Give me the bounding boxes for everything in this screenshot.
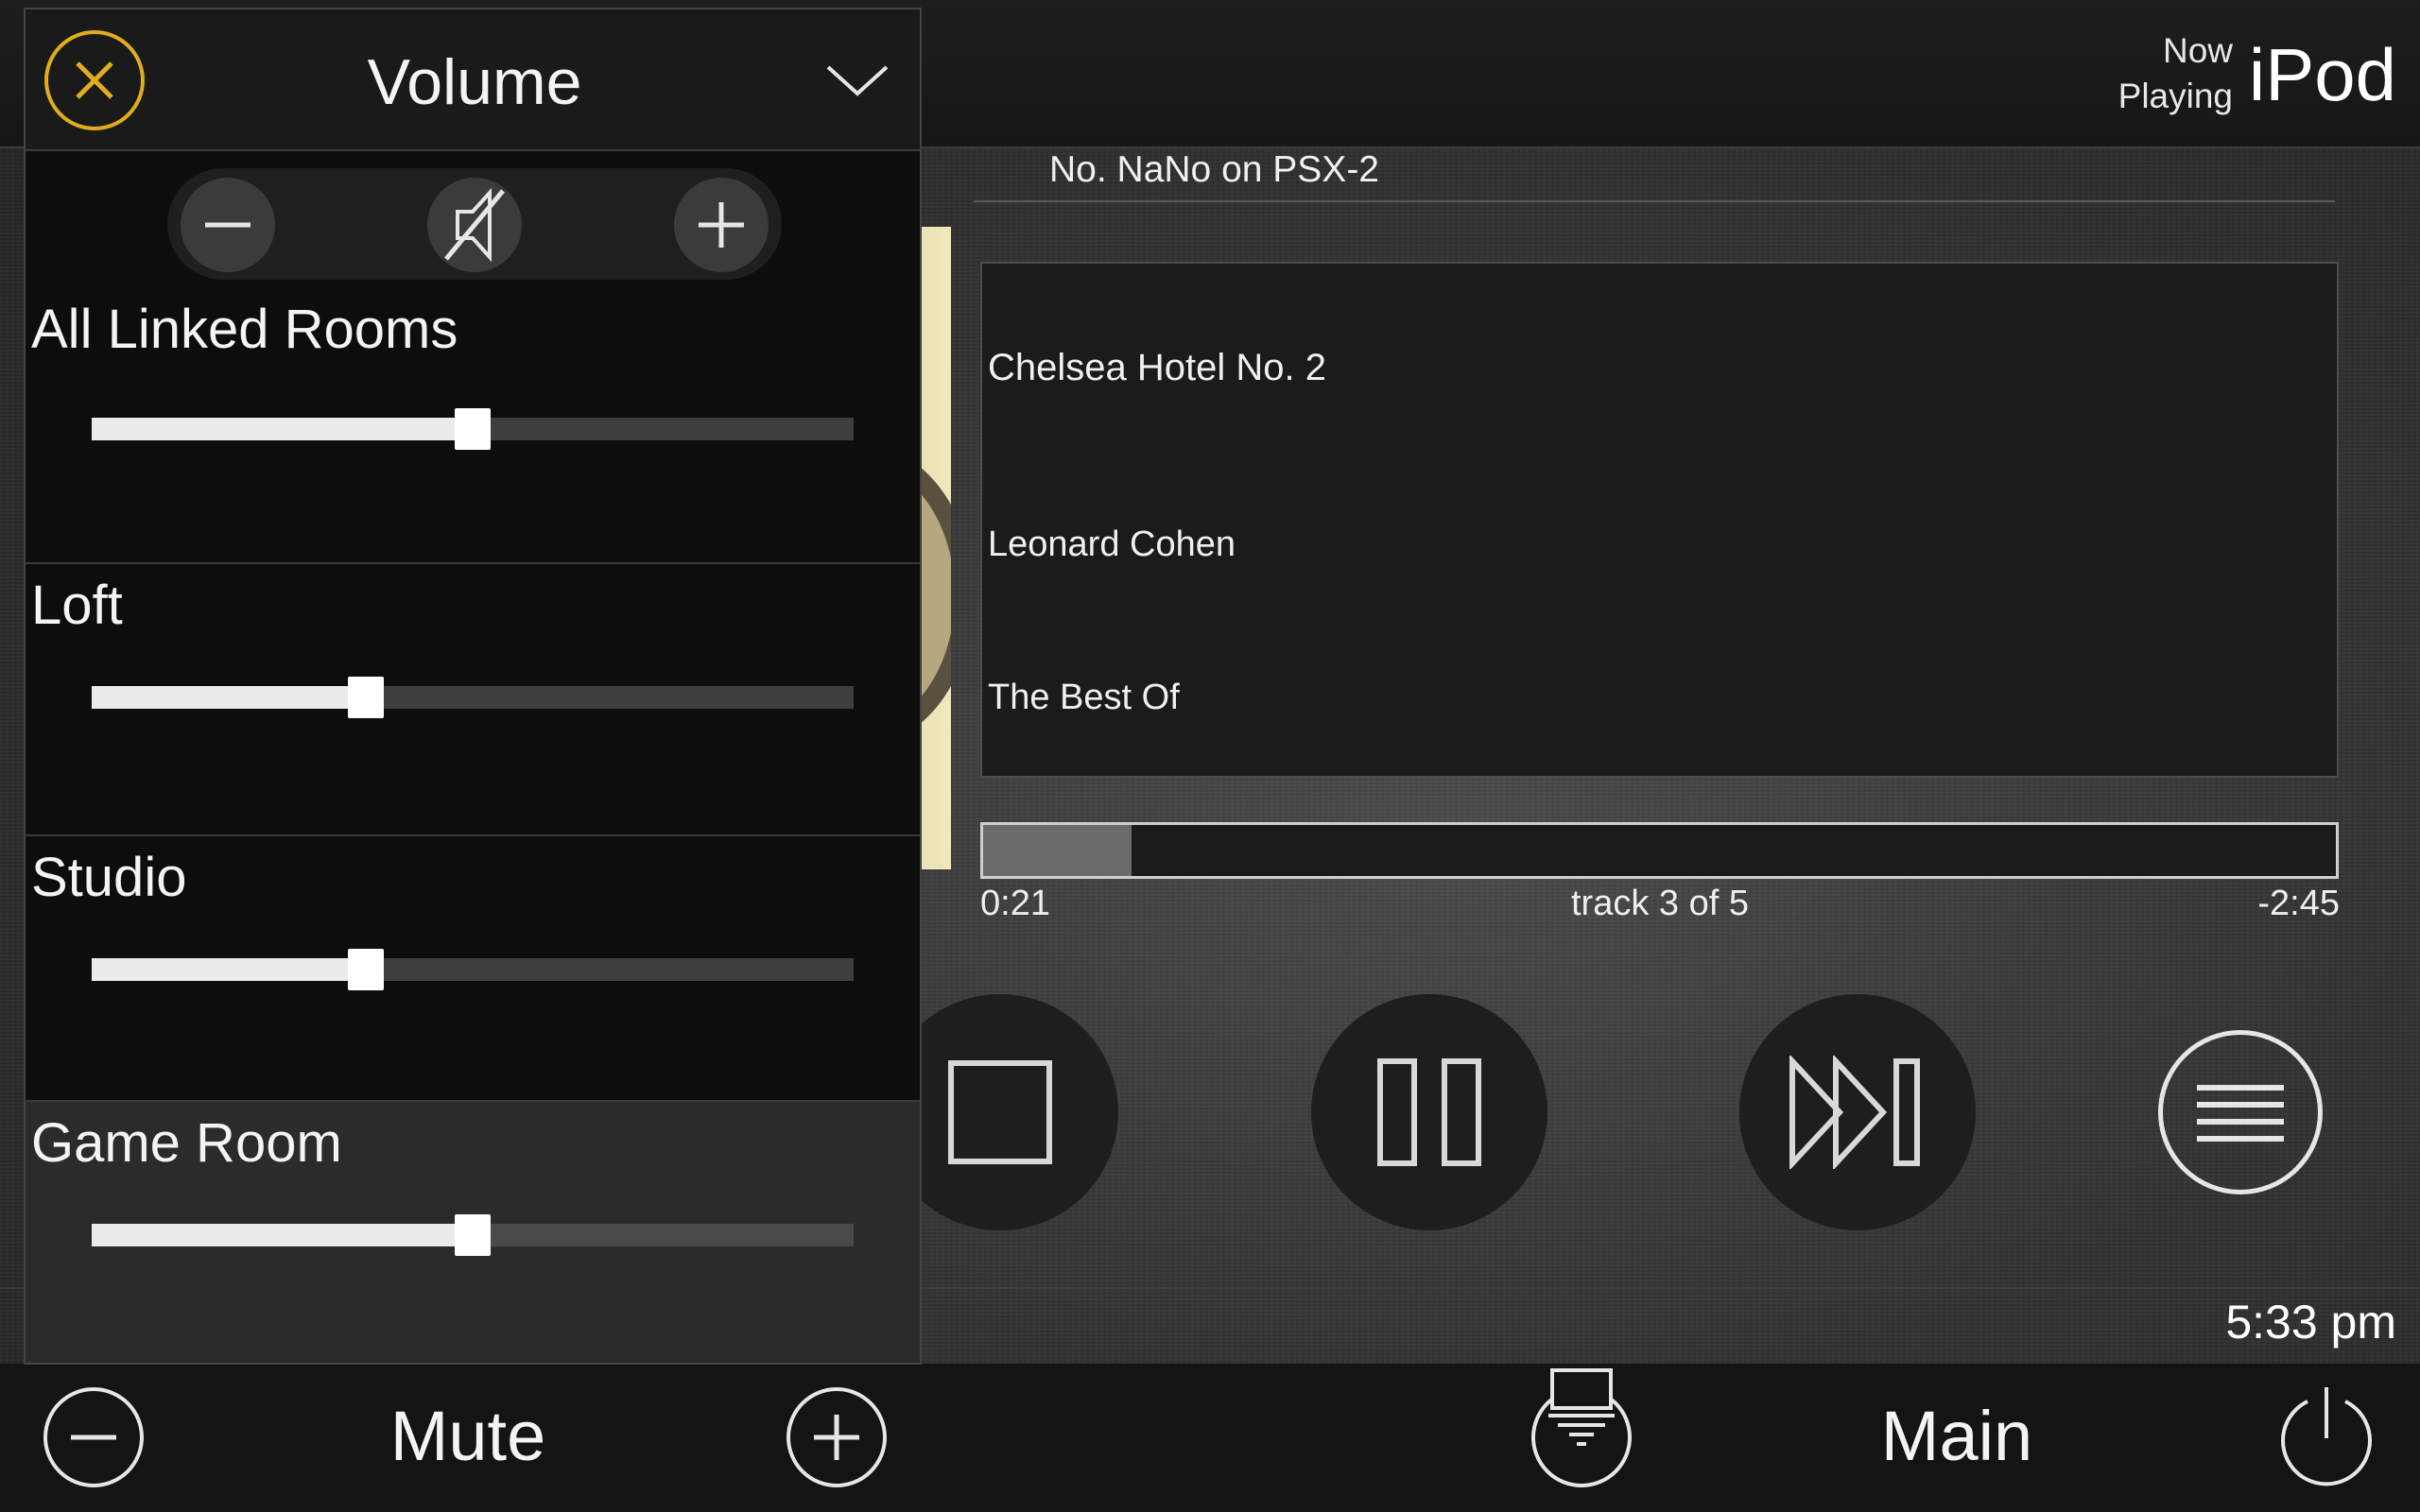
zone-name: All Linked Rooms bbox=[31, 299, 458, 360]
slider-thumb[interactable] bbox=[348, 677, 385, 718]
slider-fill bbox=[92, 958, 367, 981]
volume-slider[interactable] bbox=[92, 1214, 854, 1256]
plus-icon bbox=[699, 202, 744, 248]
mute-button[interactable]: Mute bbox=[284, 1396, 652, 1476]
master-volume-controls bbox=[167, 168, 782, 280]
volume-panel-title: Volume bbox=[367, 46, 582, 118]
clock: 5:33 pm bbox=[2225, 1296, 2396, 1349]
power-icon bbox=[2281, 1387, 2372, 1486]
stop-icon bbox=[948, 1060, 1052, 1164]
volume-down-button[interactable] bbox=[43, 1387, 144, 1487]
plus-icon bbox=[814, 1415, 859, 1460]
slider-thumb[interactable] bbox=[455, 1214, 491, 1256]
time-elapsed: 0:21 bbox=[980, 884, 1050, 923]
pause-button[interactable] bbox=[1311, 994, 1547, 1230]
track-metadata: Chelsea Hotel No. 2 Leonard Cohen The Be… bbox=[980, 262, 2339, 778]
now-playing-label: Now Playing bbox=[2118, 31, 2233, 115]
zone-name: Studio bbox=[31, 847, 187, 908]
master-mute-button[interactable] bbox=[427, 178, 522, 272]
close-button[interactable] bbox=[44, 30, 145, 130]
zone-row-all-linked-rooms[interactable]: All Linked Rooms bbox=[26, 288, 920, 564]
minus-icon bbox=[205, 222, 251, 228]
volume-up-button[interactable] bbox=[786, 1387, 887, 1487]
volume-panel: Volume All Linked Rooms Loft Studio Game… bbox=[24, 8, 922, 1365]
chevron-down-icon bbox=[826, 65, 889, 96]
time-remaining: -2:45 bbox=[2257, 884, 2340, 923]
power-button[interactable] bbox=[2276, 1387, 2377, 1487]
volume-slider[interactable] bbox=[92, 949, 854, 990]
artist-name: Leonard Cohen bbox=[988, 524, 1236, 564]
volume-slider[interactable] bbox=[92, 677, 854, 718]
zone-name: Loft bbox=[31, 575, 123, 636]
slider-fill bbox=[92, 418, 473, 440]
progress-bar[interactable] bbox=[980, 822, 2339, 879]
zone-row-studio[interactable]: Studio bbox=[26, 836, 920, 1102]
skip-next-icon bbox=[1789, 1056, 1920, 1169]
source-display-icon bbox=[1548, 1368, 1615, 1446]
divider bbox=[974, 200, 2335, 202]
minus-icon bbox=[71, 1435, 116, 1440]
next-track-button[interactable] bbox=[1739, 994, 1976, 1230]
collapse-button[interactable] bbox=[815, 52, 900, 109]
room-selector[interactable]: Main bbox=[1768, 1396, 2146, 1476]
zone-title: No. NaNo on PSX-2 bbox=[1049, 149, 1380, 190]
slider-fill bbox=[92, 1224, 473, 1246]
zone-row-game-room[interactable]: Game Room bbox=[26, 1102, 920, 1363]
close-icon bbox=[76, 61, 113, 99]
track-count: track 3 of 5 bbox=[1571, 884, 1749, 923]
progress-fill bbox=[983, 825, 1132, 876]
album-name: The Best Of bbox=[988, 678, 1180, 717]
speaker-muted-icon bbox=[444, 187, 505, 263]
source-button[interactable] bbox=[1531, 1368, 1632, 1487]
song-title: Chelsea Hotel No. 2 bbox=[988, 347, 1326, 388]
slider-fill bbox=[92, 686, 367, 709]
pause-icon bbox=[1377, 1058, 1481, 1166]
master-volume-up-button[interactable] bbox=[674, 178, 769, 272]
slider-thumb[interactable] bbox=[455, 408, 491, 450]
menu-icon bbox=[2197, 1085, 2284, 1142]
volume-panel-header: Volume bbox=[26, 9, 920, 151]
source-name[interactable]: iPod bbox=[2249, 32, 2396, 117]
volume-slider[interactable] bbox=[92, 408, 854, 450]
master-volume-down-button[interactable] bbox=[181, 178, 275, 272]
zone-row-loft[interactable]: Loft bbox=[26, 564, 920, 836]
screen: Now Playing iPod No. NaNo on PSX-2 Chels… bbox=[0, 0, 2420, 1512]
menu-button[interactable] bbox=[2158, 1030, 2323, 1194]
zone-name: Game Room bbox=[31, 1112, 342, 1174]
slider-thumb[interactable] bbox=[348, 949, 385, 990]
